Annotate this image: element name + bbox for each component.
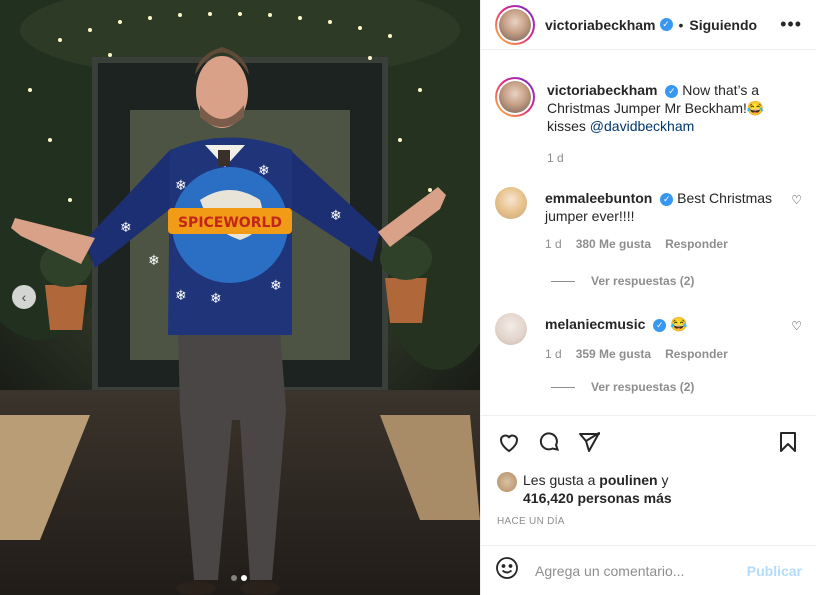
post-header: victoriabeckham ✓ • Siguiendo •••	[481, 0, 816, 50]
post-actions	[495, 424, 802, 460]
post-timestamp[interactable]: HACE UN DÍA	[497, 516, 565, 527]
liker-username[interactable]: poulinen	[599, 472, 657, 488]
chevron-left-icon: ‹	[21, 289, 27, 305]
comment-input[interactable]	[535, 562, 747, 579]
publish-button[interactable]: Publicar	[747, 563, 802, 579]
share-send-icon[interactable]	[575, 428, 603, 456]
comment-item: emmaleebunton ✓ Best Christmas jumper ev…	[495, 187, 802, 253]
caption: victoriabeckham ✓ Now that’s a Christmas…	[495, 77, 802, 167]
view-replies-label: Ver respuestas (2)	[591, 380, 695, 394]
comments-section[interactable]: victoriabeckham ✓ Now that’s a Christmas…	[481, 50, 816, 416]
comment-time[interactable]: 1 d	[545, 345, 562, 363]
caption-time[interactable]: 1 d	[547, 149, 564, 167]
author-avatar[interactable]	[495, 4, 535, 45]
comment-time[interactable]: 1 d	[545, 235, 562, 253]
post-photo[interactable]: SPICEWORLD ❄ ❄ ❄ ❄ ❄ ❄ ❄ ❄ ‹	[0, 0, 480, 595]
verified-badge-icon: ✓	[665, 84, 679, 98]
verified-badge-icon: ✓	[653, 318, 667, 332]
svg-text:❄: ❄	[148, 253, 160, 269]
divider-line	[551, 386, 575, 388]
likes-prefix: Les gusta a	[523, 472, 600, 488]
liker-avatar[interactable]	[497, 472, 517, 492]
commenter-avatar[interactable]	[495, 313, 527, 345]
view-replies-button[interactable]: Ver respuestas (2)	[551, 274, 694, 288]
svg-text:❄: ❄	[270, 278, 282, 294]
svg-text:❄: ❄	[120, 220, 132, 236]
separator-dot: •	[678, 16, 684, 33]
add-comment-bar: Publicar	[481, 545, 816, 595]
photo-illustration: SPICEWORLD ❄ ❄ ❄ ❄ ❄ ❄ ❄ ❄	[0, 0, 480, 595]
view-replies-label: Ver respuestas (2)	[591, 274, 695, 288]
verified-badge-icon: ✓	[659, 18, 673, 31]
like-heart-icon[interactable]	[495, 428, 523, 456]
caption-avatar[interactable]	[495, 77, 535, 117]
view-replies-button[interactable]: Ver respuestas (2)	[551, 380, 694, 394]
likes-summary: Les gusta a poulinen y 416,420 personas …	[497, 471, 672, 507]
carousel-dot-active	[241, 575, 247, 581]
caption-username[interactable]: victoriabeckham	[547, 82, 658, 98]
comment-username[interactable]: emmaleebunton	[545, 190, 652, 206]
divider-line	[551, 280, 575, 282]
likes-count-link[interactable]: 416,420 personas más	[523, 490, 672, 506]
caption-mention-link[interactable]: @davidbeckham	[590, 118, 695, 134]
svg-text:❄: ❄	[175, 178, 187, 194]
post-panel: victoriabeckham ✓ • Siguiendo ••• victor…	[480, 0, 816, 595]
like-comment-heart-icon[interactable]: ♡	[791, 319, 802, 333]
comment-text: 😂	[670, 316, 688, 332]
comment-likes[interactable]: 380 Me gusta	[576, 235, 651, 253]
author-username[interactable]: victoriabeckham	[545, 17, 656, 33]
like-comment-heart-icon[interactable]: ♡	[791, 193, 802, 207]
comment-item: melaniecmusic ✓ 😂 1 d 359 Me gusta Respo…	[495, 313, 802, 363]
comment-bubble-icon[interactable]	[535, 428, 563, 456]
svg-text:❄: ❄	[258, 163, 270, 179]
save-bookmark-icon[interactable]	[774, 428, 802, 456]
following-button[interactable]: Siguiendo	[689, 17, 757, 33]
carousel-prev-button[interactable]: ‹	[12, 285, 36, 309]
comment-username[interactable]: melaniecmusic	[545, 316, 645, 332]
more-options-icon[interactable]: •••	[780, 14, 802, 35]
svg-text:❄: ❄	[175, 288, 187, 304]
verified-badge-icon: ✓	[660, 192, 674, 206]
reply-button[interactable]: Responder	[665, 235, 728, 253]
svg-text:❄: ❄	[330, 208, 342, 224]
carousel-dots	[231, 575, 247, 581]
carousel-dot	[231, 575, 237, 581]
comment-likes[interactable]: 359 Me gusta	[576, 345, 651, 363]
svg-text:❄: ❄	[210, 291, 222, 307]
sweater-text: SPICEWORLD	[178, 215, 282, 231]
emoji-icon[interactable]	[495, 556, 519, 585]
commenter-avatar[interactable]	[495, 187, 527, 219]
reply-button[interactable]: Responder	[665, 345, 728, 363]
likes-suffix: y	[657, 472, 669, 488]
